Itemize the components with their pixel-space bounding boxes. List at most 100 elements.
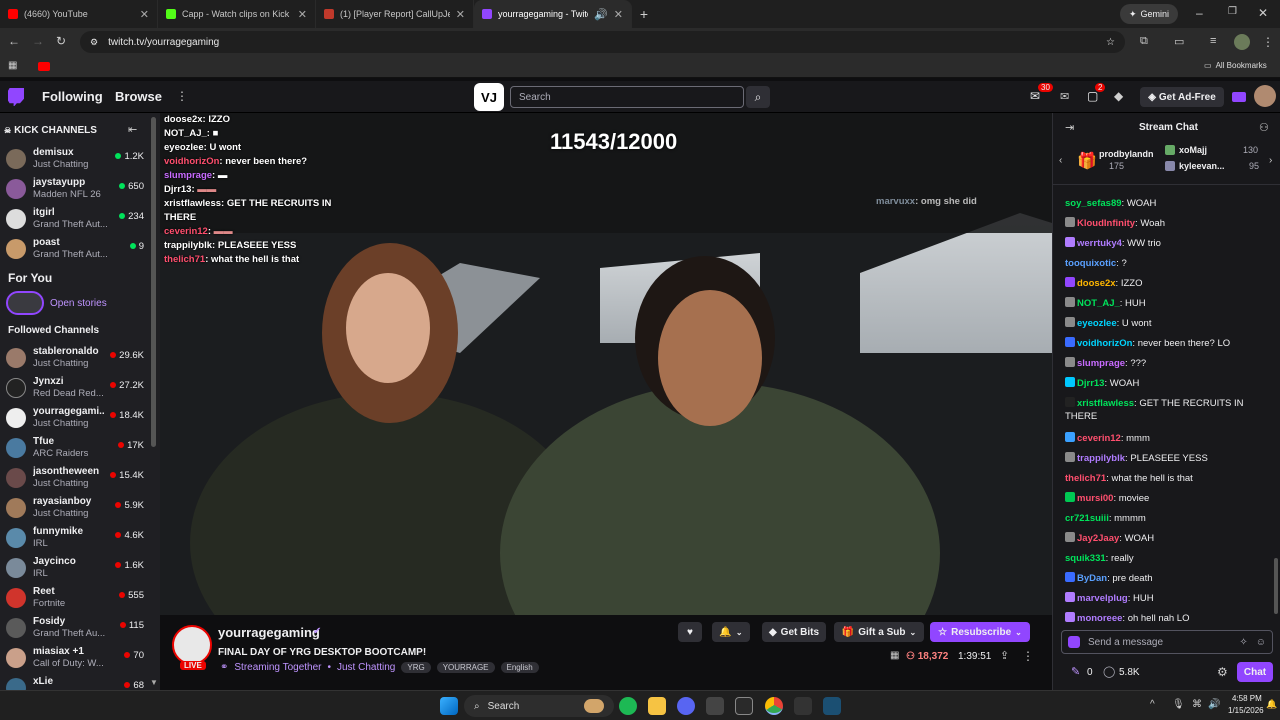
browse-link[interactable]: Browse	[115, 89, 162, 104]
search-input[interactable]: Search	[510, 86, 744, 108]
search-button[interactable]: ⌕	[746, 86, 770, 108]
follow-heart-button[interactable]: ♥	[678, 622, 702, 642]
share-icon[interactable]: ⇪	[1000, 649, 1009, 662]
followed-channel-row[interactable]: yourragegami... Just Chatting 18.4K	[0, 404, 150, 434]
notification-bell-button[interactable]: 🔔 ⌄	[712, 622, 750, 642]
app-icon[interactable]	[794, 697, 812, 715]
followed-channel-row[interactable]: xLie 68	[0, 674, 150, 690]
sparkle-icon[interactable]: ✧	[1239, 637, 1247, 648]
followed-channel-row[interactable]: stableronaldo Just Chatting 29.6K	[0, 344, 150, 374]
resubscribe-button[interactable]: ☆ Resubscribe ⌄	[930, 622, 1030, 642]
bits-icon[interactable]: ✎	[1071, 665, 1080, 678]
more-options-icon[interactable]: ⋮	[1022, 649, 1034, 663]
streaming-together-link[interactable]: Streaming Together	[234, 662, 321, 673]
mail-icon[interactable]: ✉	[1060, 90, 1069, 103]
chat-username[interactable]: squik331	[1065, 553, 1106, 564]
close-tab-icon[interactable]: ✕	[614, 8, 623, 21]
kick-channel-row[interactable]: jaystayupp Madden NFL 26 650	[0, 175, 150, 205]
video-player[interactable]: 11543/12000 doose2x: IZZO NOT_AJ_: ■ eye…	[160, 113, 1052, 615]
chrome-icon[interactable]	[765, 697, 783, 715]
browser-tab-player-report[interactable]: (1) [Player Report] CallUpJefe |✕	[316, 0, 474, 28]
theatre-grid-icon[interactable]: ▦	[890, 650, 899, 661]
collapse-sidebar-icon[interactable]: ⇤	[128, 123, 137, 136]
discord-icon[interactable]	[677, 697, 695, 715]
reload-icon[interactable]: ↻	[56, 34, 66, 48]
new-tab-button[interactable]: +	[632, 6, 656, 22]
browser-tab-kick[interactable]: Capp - Watch clips on Kick ✕	[158, 0, 316, 28]
steam-icon[interactable]	[823, 697, 841, 715]
chat-username[interactable]: werrtuky4	[1077, 238, 1122, 249]
leaderboard-prev-icon[interactable]: ‹	[1059, 155, 1062, 166]
minimize-icon[interactable]: –	[1196, 6, 1203, 20]
tag[interactable]: English	[500, 662, 539, 673]
tag[interactable]: YRG	[401, 662, 431, 673]
close-tab-icon[interactable]: ✕	[456, 8, 465, 21]
emote-picker-icon[interactable]: ☺	[1256, 637, 1266, 648]
chat-username[interactable]: voidhorizOn	[1077, 338, 1132, 349]
profile-avatar[interactable]	[1234, 34, 1250, 50]
kick-channel-row[interactable]: poast Grand Theft Aut... 9	[0, 235, 150, 265]
category-link[interactable]: Just Chatting	[337, 662, 395, 673]
chat-username[interactable]: slumprage	[1077, 358, 1125, 369]
close-tab-icon[interactable]: ✕	[140, 8, 149, 21]
chat-username[interactable]: soy_sefas89	[1065, 198, 1122, 209]
notifications-button[interactable]: ✉ 30	[1030, 83, 1053, 103]
turbo-badge-icon[interactable]	[1232, 92, 1246, 102]
network-icon[interactable]: ⌘	[1192, 699, 1202, 710]
maximize-icon[interactable]: ❐	[1228, 6, 1237, 17]
chat-scrollbar[interactable]	[1274, 558, 1278, 614]
taskbar-search[interactable]: ⌕ Search	[464, 695, 614, 717]
back-icon[interactable]: ←	[8, 34, 20, 48]
followed-channel-row[interactable]: rayasianboy Just Chatting 5.9K	[0, 494, 150, 524]
kick-channel-row[interactable]: demisux Just Chatting 1.2K	[0, 145, 150, 175]
whispers-button[interactable]: ▢ 2	[1087, 83, 1106, 103]
bookmark-star-icon[interactable]: ☆	[1106, 37, 1115, 48]
twitch-logo-icon[interactable]	[8, 88, 24, 106]
followed-channel-row[interactable]: Jynxzi Red Dead Red... 27.2K	[0, 374, 150, 404]
site-info-icon[interactable]: ⚙	[90, 37, 98, 48]
extensions-icon[interactable]: ⧉	[1140, 35, 1148, 48]
channel-avatar[interactable]	[172, 625, 212, 665]
chat-username[interactable]: eyeozlee	[1077, 318, 1117, 329]
gift-sub-button[interactable]: 🎁 Gift a Sub ⌄	[834, 622, 924, 642]
followed-channel-row[interactable]: Reet Fortnite 555	[0, 584, 150, 614]
scroll-down-icon[interactable]: ▼	[150, 678, 158, 687]
task-manager-icon[interactable]	[706, 697, 724, 715]
channel-points-icon[interactable]: ◯	[1103, 665, 1115, 678]
tag[interactable]: YOURRAGE	[436, 662, 495, 673]
leaderboard-next-icon[interactable]: ›	[1269, 155, 1272, 166]
reading-list-icon[interactable]: ≡	[1210, 35, 1216, 47]
youtube-bookmark-icon[interactable]	[38, 62, 50, 71]
speaker-icon[interactable]: 🔊	[594, 8, 608, 21]
chat-username[interactable]: doose2x	[1077, 278, 1116, 289]
url-bar[interactable]: ⚙ twitch.tv/yourragegaming ☆	[80, 31, 1125, 53]
bits-cheer-icon[interactable]	[1068, 636, 1080, 648]
close-window-icon[interactable]: ✕	[1258, 6, 1268, 20]
followed-channel-row[interactable]: jasontheween Just Chatting 15.4K	[0, 464, 150, 494]
epic-games-icon[interactable]	[735, 697, 753, 715]
chat-username[interactable]: KloudInfinity	[1077, 218, 1135, 229]
browser-tab-twitch[interactable]: yourragegaming - Twitch 🔊 ✕	[474, 0, 632, 28]
chat-username[interactable]: NOT_AJ_	[1077, 298, 1120, 309]
open-stories-button[interactable]: Open stories	[6, 291, 107, 315]
chat-users-icon[interactable]: ⚇	[1259, 121, 1269, 134]
notification-bell-icon[interactable]: 🔔	[1266, 699, 1277, 710]
collapse-chat-icon[interactable]: ⇥	[1065, 121, 1074, 134]
get-ad-free-button[interactable]: ◈ Get Ad-Free	[1140, 87, 1224, 107]
microphone-icon[interactable]: 🎙	[1172, 699, 1185, 710]
kick-channel-row[interactable]: itgirl Grand Theft Aut... 234	[0, 205, 150, 235]
cast-icon[interactable]: ▭	[1174, 35, 1184, 48]
forward-icon[interactable]: →	[32, 34, 44, 48]
chat-username[interactable]: Jay2Jaay	[1077, 533, 1119, 544]
clock-time[interactable]: 4:58 PM	[1232, 694, 1262, 703]
sidebar-scrollbar[interactable]	[151, 117, 156, 447]
chat-username[interactable]: trappilyblk	[1077, 453, 1125, 464]
chat-username[interactable]: marvelplug	[1077, 593, 1128, 604]
chat-username[interactable]: Djrr13	[1077, 378, 1104, 389]
gemini-button[interactable]: ✦ Gemini	[1120, 4, 1178, 24]
chat-input[interactable]: Send a message ✧ ☺	[1061, 630, 1273, 654]
tray-overflow-icon[interactable]: ^	[1150, 699, 1155, 710]
file-explorer-icon[interactable]	[648, 697, 666, 715]
crown-icon[interactable]: ◆	[1114, 89, 1123, 103]
chat-username[interactable]: thelich71	[1065, 473, 1106, 484]
